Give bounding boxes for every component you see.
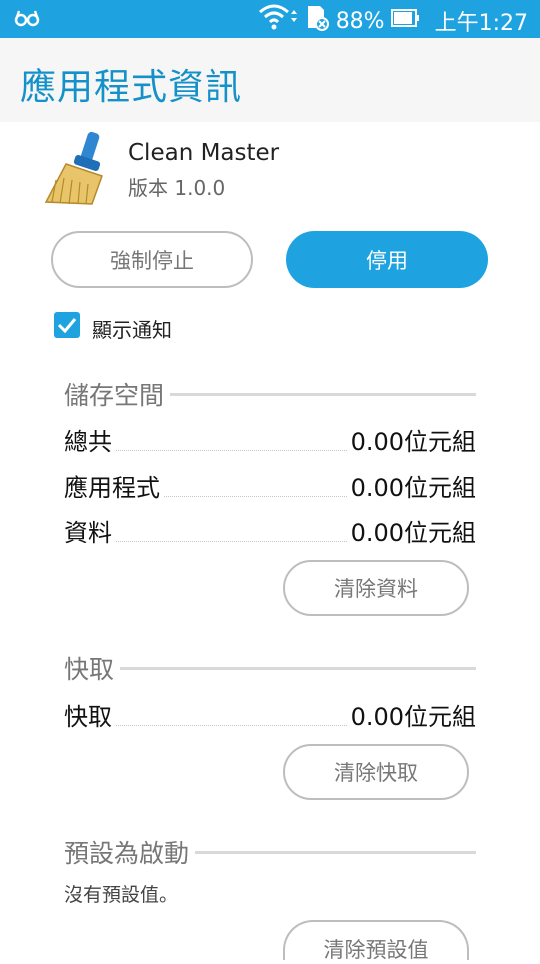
clock: 上午1:27	[434, 11, 528, 36]
clear-cache-button[interactable]: 清除快取	[283, 744, 469, 800]
row-label: 總共	[64, 428, 112, 456]
broom-icon	[44, 130, 114, 206]
show-notifications-checkbox[interactable]	[54, 312, 80, 338]
cache-row: 快取 0.00位元組	[64, 697, 476, 732]
glasses-icon	[14, 7, 40, 33]
app-name: Clean Master	[128, 140, 280, 166]
clear-data-button[interactable]: 清除資料	[283, 560, 469, 616]
page-title: 應用程式資訊	[20, 67, 243, 108]
battery-percent: 88%	[335, 8, 385, 34]
status-bar: 88% 上午1:27	[0, 0, 540, 38]
row-value: 0.00位元組	[350, 703, 476, 731]
storage-row-data: 資料 0.00位元組	[64, 513, 476, 548]
row-label: 資料	[64, 519, 112, 547]
force-stop-button[interactable]: 強制停止	[51, 231, 253, 288]
battery-icon	[390, 7, 421, 35]
section-divider	[170, 392, 476, 396]
row-label: 快取	[64, 703, 112, 731]
row-value: 0.00位元組	[350, 519, 476, 547]
wifi-icon	[258, 4, 298, 38]
row-value: 0.00位元組	[350, 474, 476, 502]
app-version: 版本 1.0.0	[128, 176, 226, 200]
storage-section-title: 儲存空間	[64, 381, 165, 410]
storage-row-app: 應用程式 0.00位元組	[64, 468, 476, 503]
launch-default-section-header: 預設為啟動	[64, 834, 476, 870]
app-bar: 應用程式資訊	[0, 38, 540, 122]
section-divider	[195, 850, 476, 854]
clear-defaults-button[interactable]: 清除預設值	[283, 920, 469, 962]
launch-default-section-title: 預設為啟動	[64, 839, 190, 868]
no-defaults-text: 沒有預設值。	[64, 884, 179, 906]
checkmark-icon	[57, 318, 77, 334]
cache-section-header: 快取	[64, 650, 476, 686]
storage-row-total: 總共 0.00位元組	[64, 422, 476, 457]
row-label: 應用程式	[64, 474, 160, 502]
cache-section-title: 快取	[64, 655, 115, 684]
row-value: 0.00位元組	[350, 428, 476, 456]
storage-section-header: 儲存空間	[64, 376, 476, 412]
show-notifications-label: 顯示通知	[92, 318, 172, 342]
disable-button[interactable]: 停用	[286, 231, 488, 288]
sd-card-icon	[304, 4, 330, 38]
section-divider	[120, 666, 476, 670]
